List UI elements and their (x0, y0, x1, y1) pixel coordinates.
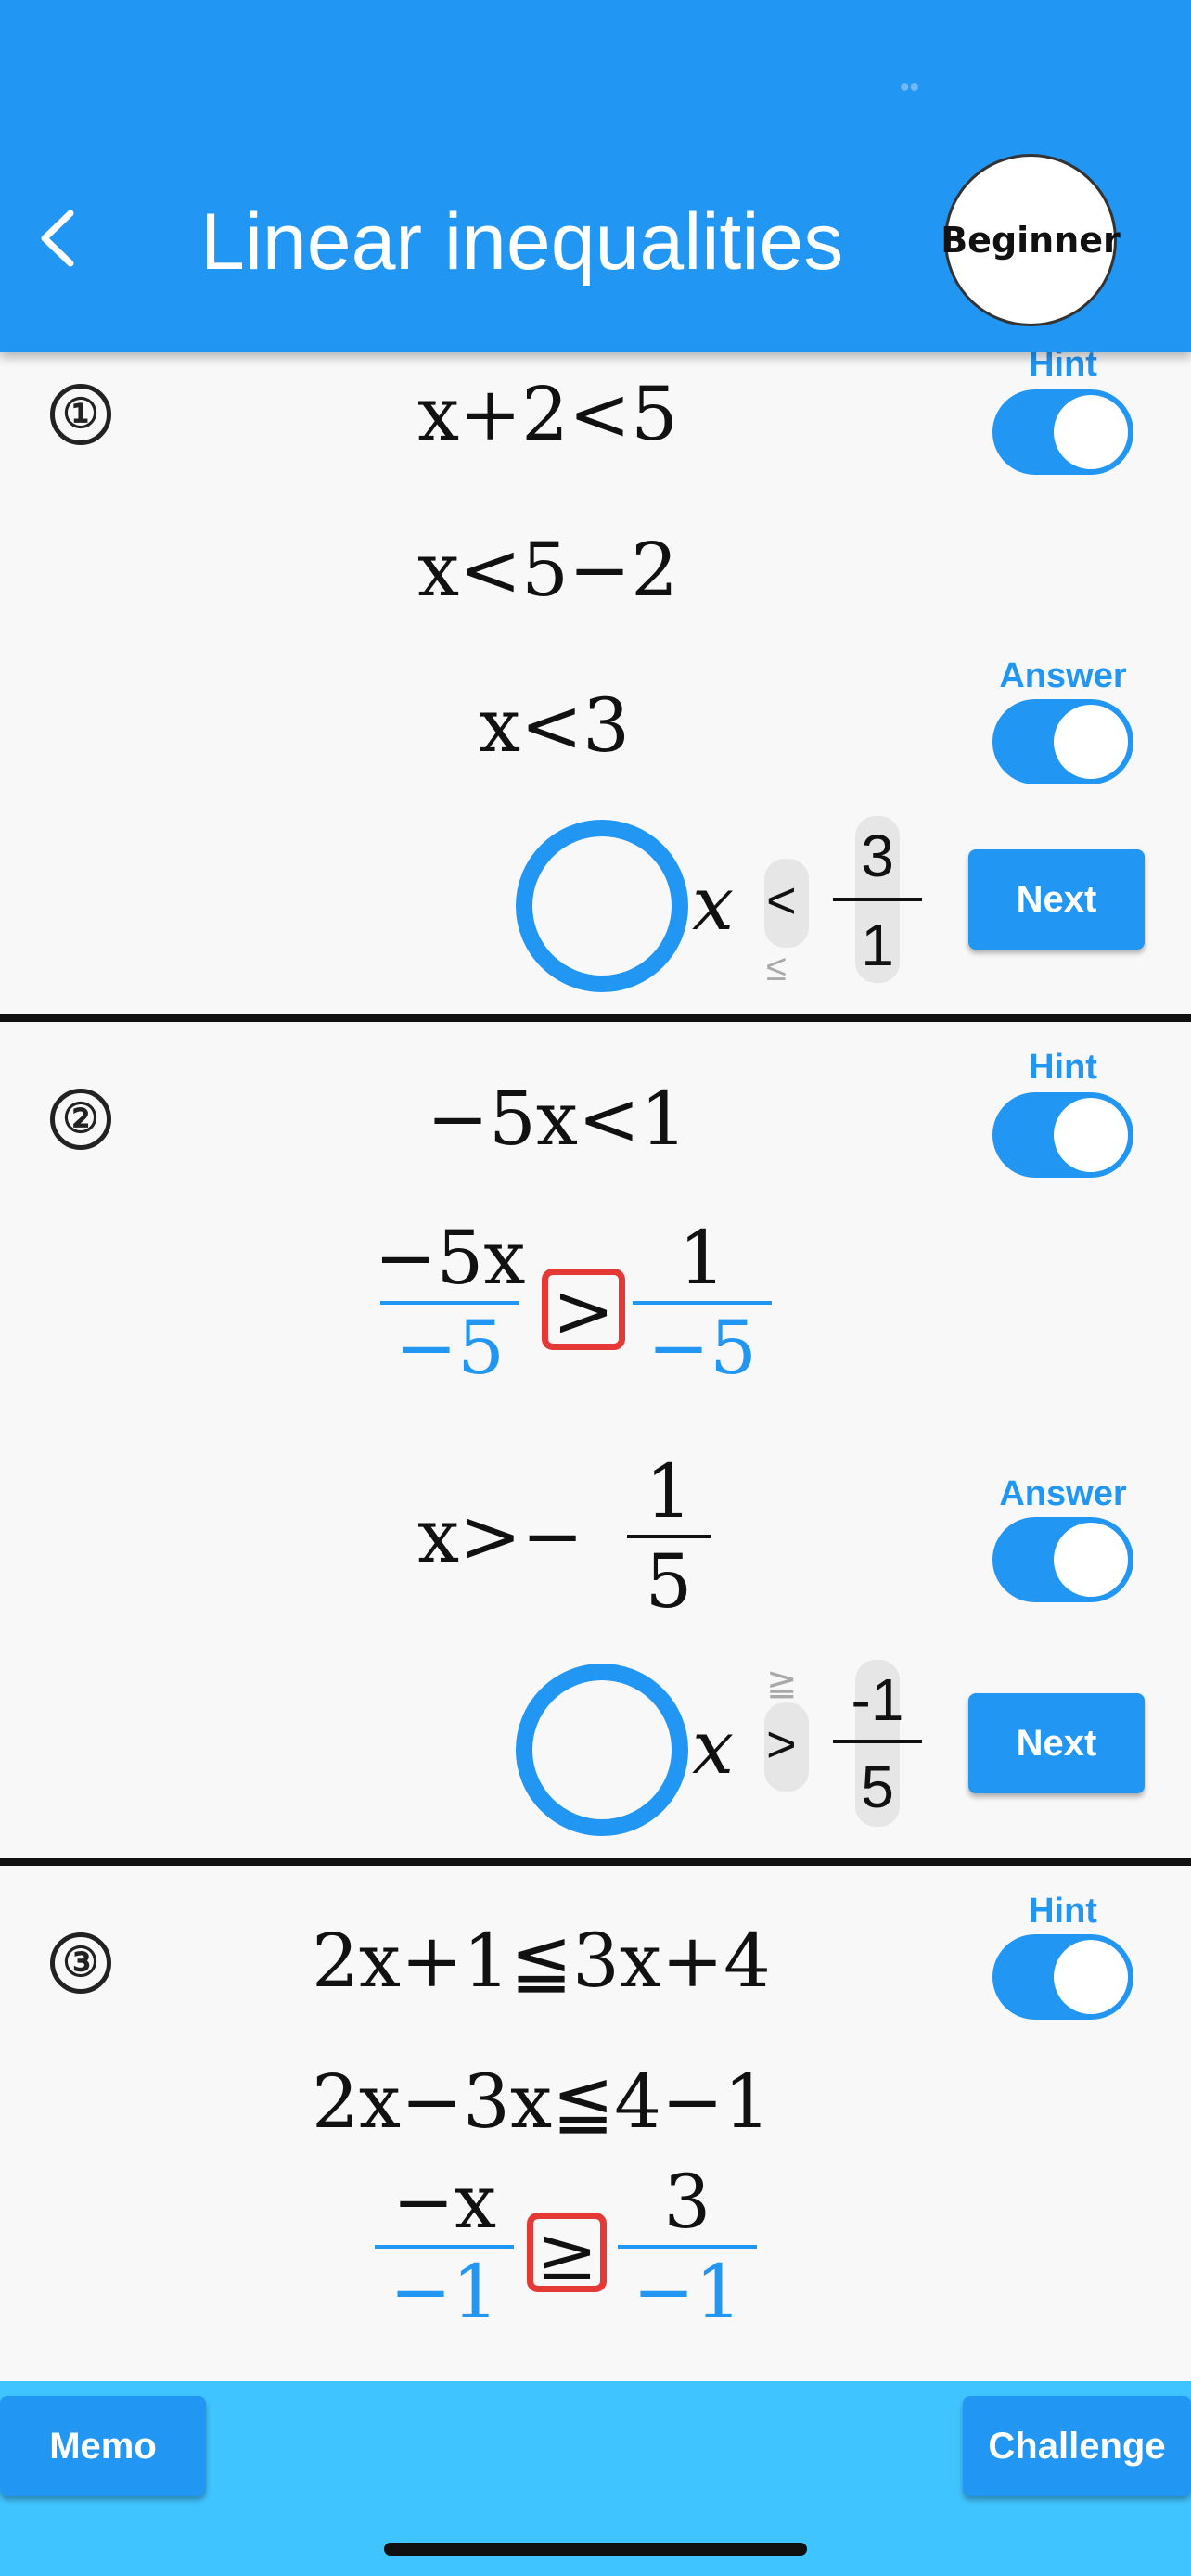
hint-toggle[interactable] (992, 1092, 1133, 1178)
fraction-top: 1 (645, 1448, 693, 1535)
step-line: 2x−3x≦4−1 (312, 2059, 771, 2145)
answer-toggle[interactable] (992, 1517, 1133, 1602)
symbol-option: ≤ (766, 948, 787, 988)
fraction-bar (833, 1740, 922, 1743)
correct-mark-icon (516, 820, 688, 992)
challenge-button[interactable]: Challenge (963, 2396, 1191, 2496)
next-button[interactable]: Next (968, 1693, 1145, 1793)
fraction-top: −5x (374, 1215, 526, 1301)
toggle-knob (1054, 705, 1128, 779)
next-button[interactable]: Next (968, 849, 1145, 950)
memo-button[interactable]: Memo (0, 2396, 206, 2496)
status-indicator: •• (900, 72, 920, 103)
step-line: x>− (417, 1493, 584, 1579)
section-divider (0, 1014, 1191, 1022)
fraction-result: 1 5 (627, 1448, 711, 1625)
fraction-right: 3 −1 (618, 2159, 757, 2335)
fraction-top: −x (391, 2159, 497, 2245)
numerator: 3 (861, 823, 894, 889)
step-line: x<5−2 (417, 527, 678, 613)
fraction-left: −5x −5 (371, 1215, 529, 1391)
app-header: •• Linear inequalities Beginner (0, 0, 1191, 352)
page-title: Linear inequalities (200, 198, 844, 287)
denominator: 5 (861, 1753, 894, 1820)
highlighted-symbol: ≥ (527, 2213, 607, 2292)
fraction-bottom: −1 (390, 2249, 499, 2335)
step-line: x+2<5 (417, 371, 678, 457)
home-indicator (384, 2543, 807, 2556)
symbol-option: ≧ (766, 1663, 798, 1703)
hint-toggle[interactable] (992, 1934, 1133, 2020)
hint-label: Hint (1029, 1892, 1097, 1931)
symbol-selected: > (766, 1715, 797, 1773)
chevron-left-icon (41, 210, 74, 267)
fraction-top: 1 (678, 1215, 726, 1301)
hint-label: Hint (1029, 1048, 1097, 1087)
problem-number: ② (50, 1089, 111, 1150)
step-line: x<3 (479, 682, 631, 769)
answer-variable: x (692, 861, 735, 947)
toggle-knob (1054, 1523, 1128, 1597)
correct-mark-icon (516, 1664, 688, 1836)
fraction-bottom: −5 (647, 1305, 757, 1391)
answer-label: Answer (999, 657, 1127, 695)
step-line: −5x<1 (427, 1076, 687, 1162)
toggle-knob (1054, 395, 1128, 469)
fraction-top: 3 (663, 2159, 711, 2245)
answer-toggle[interactable] (992, 699, 1133, 784)
fraction-left: −x −1 (375, 2159, 514, 2335)
fraction-bottom: 5 (645, 1538, 693, 1625)
highlighted-symbol: > (542, 1269, 625, 1350)
problem-number: ① (50, 384, 111, 445)
back-button[interactable] (35, 206, 87, 280)
numerator: -1 (851, 1666, 904, 1733)
section-divider (0, 1858, 1191, 1866)
answer-label: Answer (999, 1474, 1127, 1513)
fraction-bottom: −5 (395, 1305, 505, 1391)
fraction-bar (833, 898, 922, 901)
answer-variable: x (692, 1704, 735, 1791)
problem-number: ③ (50, 1932, 111, 1994)
denominator: 1 (861, 912, 894, 978)
hint-toggle[interactable] (992, 389, 1133, 475)
step-line: 2x+1≦3x+4 (312, 1918, 771, 2004)
toggle-knob (1054, 1098, 1128, 1172)
symbol-selected: < (766, 871, 797, 929)
fraction-right: 1 −5 (633, 1215, 772, 1391)
fraction-bottom: −1 (633, 2249, 742, 2335)
toggle-knob (1054, 1940, 1128, 2014)
level-badge[interactable]: Beginner (941, 154, 1121, 326)
